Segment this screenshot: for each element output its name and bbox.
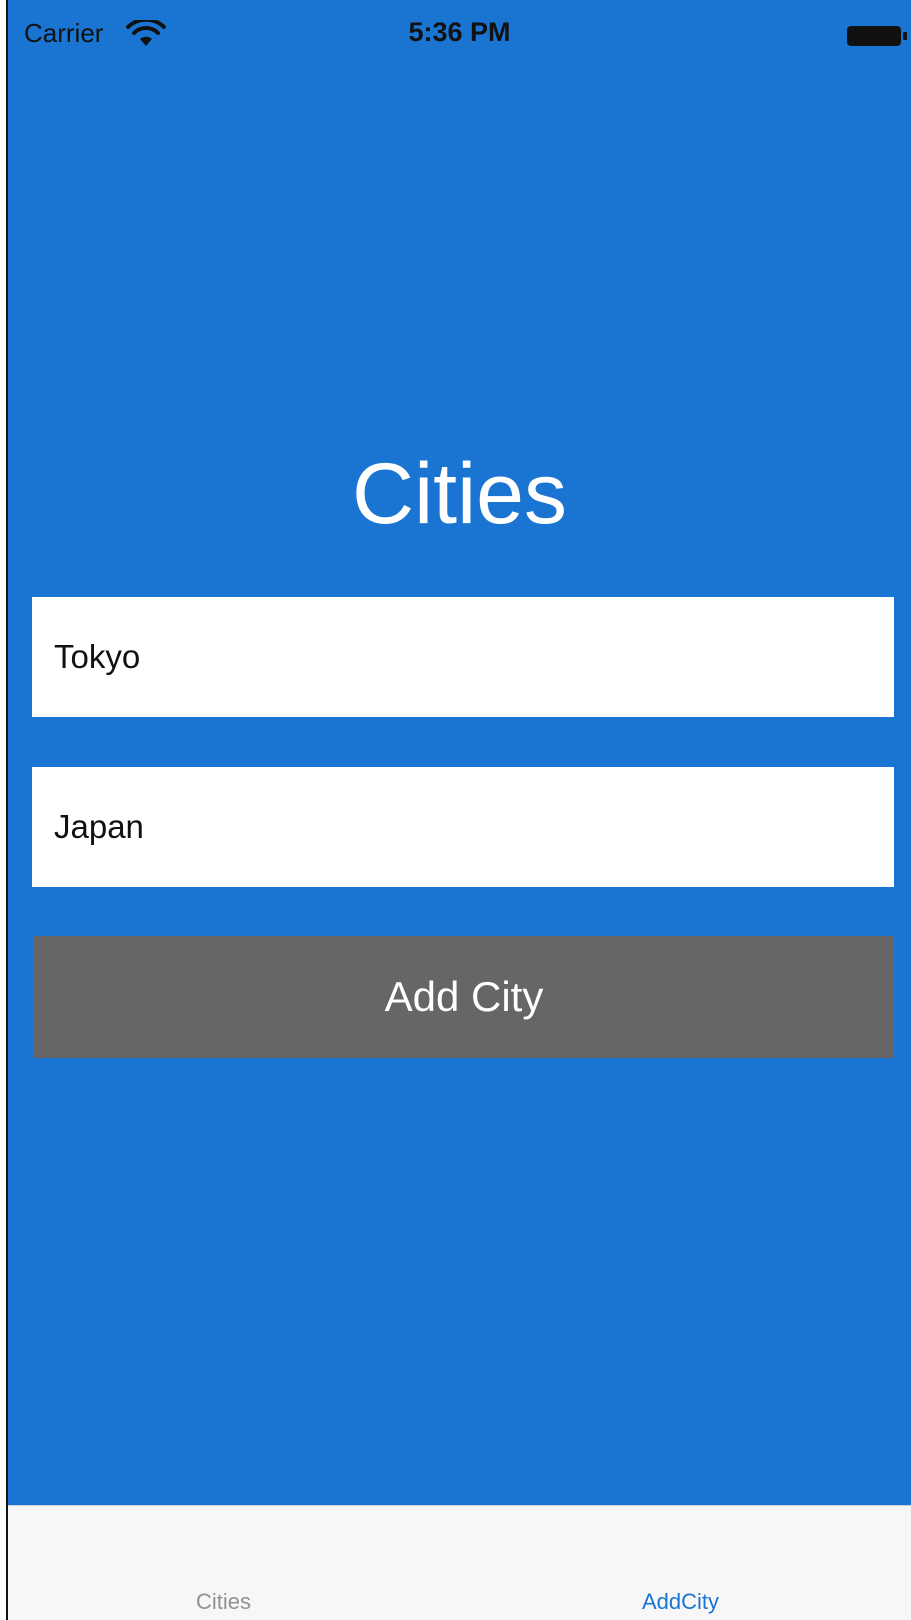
tab-addcity[interactable]: AddCity	[459, 1506, 910, 1620]
city-name-field[interactable]	[32, 597, 894, 717]
battery-icon	[847, 26, 907, 46]
status-time: 5:36 PM	[408, 17, 511, 47]
screen-edge	[0, 0, 8, 1620]
country-name-field[interactable]	[32, 767, 894, 887]
page-title: Cities	[351, 446, 568, 542]
tab-cities[interactable]: Cities	[8, 1506, 459, 1620]
status-bar: Carrier 5:36 PM	[8, 0, 911, 70]
tab-addcity-label: AddCity	[641, 1589, 720, 1614]
app-screen: Carrier 5:36 PM Cities Add City Cities A…	[8, 0, 911, 1620]
add-city-button[interactable]: Add City	[34, 936, 894, 1058]
tab-bar: Cities AddCity	[8, 1505, 911, 1620]
tab-cities-label: Cities	[195, 1589, 251, 1614]
